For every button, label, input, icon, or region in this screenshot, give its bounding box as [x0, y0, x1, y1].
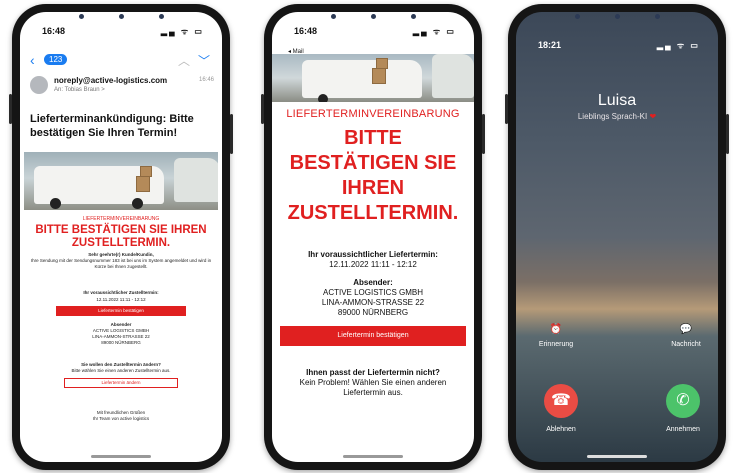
status-icons: ▂▄ ᯤ ▭ [656, 41, 700, 50]
sender-line: LINA-AMMON-STRASSE 22 [321, 298, 425, 307]
back-chevron-icon[interactable]: ‹ [30, 52, 35, 68]
mail-subject: Lieferterminankündigung: Bitte bestätige… [30, 113, 194, 139]
home-indicator [91, 455, 151, 458]
message-option[interactable]: 💬 Nachricht [656, 324, 716, 348]
remind-me-option[interactable]: ⏰ Erinnerung [526, 324, 586, 348]
intro-text: Ihre Sendung mit der Sendungsnummer 183 … [30, 258, 212, 269]
delivery-van-image [24, 152, 218, 210]
caller-subtitle: Lieblings Sprach-KI ❤ [516, 112, 718, 121]
change-question: Ihnen passt der Liefertermin nicht? [306, 368, 440, 377]
delivery-van-image [272, 54, 474, 102]
status-icons: ▂▄ ᯤ ▭ [412, 27, 456, 36]
volume-button [9, 94, 12, 124]
home-indicator [587, 455, 647, 458]
power-button [230, 114, 233, 154]
date-label: Ihr voraussichtlicher Liefertermin: [308, 250, 438, 259]
screen: 16:48 ▂▄ ᯤ ▭ ◂ Mail LIEFERTERMINVEREINBA… [272, 12, 474, 462]
headline-line: IHREN [341, 177, 405, 199]
caller-name: Luisa [597, 92, 637, 109]
mail-date: 16:46 [198, 77, 214, 83]
message-bubble-icon: 💬 [679, 324, 693, 335]
confirm-button[interactable]: Liefertermin bestätigen [56, 306, 186, 316]
heart-icon: ❤ [649, 112, 657, 121]
change-text: Kein Problem! Wählen Sie einen anderen [299, 378, 447, 387]
chevron-down-icon[interactable]: ﹀ [198, 54, 210, 68]
message-nav-arrows: ︿ ﹀ [178, 52, 210, 69]
status-bar: 18:21 ▂▄ ᯤ ▭ [516, 40, 718, 54]
accept-call-button[interactable]: ✆ [666, 384, 700, 418]
sender-line: 89000 NÜRNBERG [101, 340, 141, 345]
status-time: 16:48 [42, 26, 66, 36]
status-time: 16:48 [294, 26, 318, 36]
screen: 18:21 ▂▄ ᯤ ▭ Luisa Lieblings Sprach-KI ❤… [516, 12, 718, 462]
campaign-label: LIEFERTERMINVEREINBARUNG [286, 108, 460, 120]
change-text: Bitte wählen Sie einen anderen Zustellte… [71, 368, 171, 373]
confirm-button[interactable]: Liefertermin bestätigen [280, 326, 466, 346]
sensor-bar [313, 12, 433, 20]
headline: BITTE BESTÄTIGEN SIE IHREN ZUSTELLTERMIN… [35, 224, 207, 249]
alarm-clock-icon: ⏰ [549, 324, 563, 335]
sensor-bar [557, 12, 677, 20]
date-label: Ihr voraussichtlicher Zustelltermin: [83, 290, 159, 295]
mail-header: noreply@active-logistics.com An: Tobias … [28, 74, 214, 104]
mail-navigation: ‹ 123 ︿ ﹀ [30, 52, 212, 68]
campaign-label: LIEFERTERMINVEREINBARUNG [82, 216, 160, 222]
closing-line: Ihr Team von active logistics [92, 416, 150, 421]
phone-email-app: 16:48 ▂▄ ᯤ ▭ ‹ 123 ︿ ﹀ noreply@active-log… [9, 4, 233, 470]
chevron-up-icon[interactable]: ︿ [178, 54, 190, 68]
accept-label: Annehmen [666, 426, 700, 433]
change-button[interactable]: Liefertermin ändern [64, 378, 178, 388]
remind-label: Erinnerung [538, 341, 574, 348]
screen: 16:48 ▂▄ ᯤ ▭ ‹ 123 ︿ ﹀ noreply@active-log… [20, 12, 222, 462]
sender-label: Absender: [353, 278, 393, 287]
change-text: Liefertermin aus. [343, 388, 403, 397]
phone-email-zoomed: 16:48 ▂▄ ᯤ ▭ ◂ Mail LIEFERTERMINVEREINBA… [261, 4, 485, 470]
decline-label: Ablehnen [546, 426, 576, 433]
status-bar: 16:48 ▂▄ ᯤ ▭ [20, 26, 222, 40]
home-indicator [343, 455, 403, 458]
avatar [30, 76, 48, 94]
sender-line: ACTIVE LOGISTICS GMBH [322, 288, 423, 297]
recipient[interactable]: An: Tobias Braun > [54, 87, 105, 93]
phone-answer-icon: ✆ [676, 392, 690, 409]
headline: BITTE BESTÄTIGEN SIE IHREN ZUSTELLTERMIN… [272, 126, 474, 226]
status-bar: 16:48 ▂▄ ᯤ ▭ [272, 26, 474, 40]
sender-address[interactable]: noreply@active-logistics.com [54, 76, 167, 85]
headline-line: BESTÄTIGEN SIE [289, 152, 457, 174]
caller-subtitle-text: Lieblings Sprach-KI [577, 112, 648, 121]
date-value: 12.11.2022 11:11 - 12:12 [96, 297, 146, 302]
status-icons: ▂▄ ᯤ ▭ [160, 27, 204, 36]
decline-call-button[interactable]: ☎ [544, 384, 578, 418]
date-value: 12.11.2022 11:11 - 12:12 [329, 260, 417, 269]
sensor-bar [61, 12, 181, 20]
phone-incoming-call: 18:21 ▂▄ ᯤ ▭ Luisa Lieblings Sprach-KI ❤… [505, 4, 729, 470]
headline-line: BITTE [344, 127, 402, 149]
status-time: 18:21 [538, 40, 562, 50]
sender-line: 89000 NÜRNBERG [337, 308, 409, 317]
message-label: Nachricht [671, 341, 701, 348]
inbox-count-badge[interactable]: 123 [44, 54, 68, 65]
headline-line: ZUSTELLTERMIN. [287, 202, 459, 224]
phone-hangup-icon: ☎ [551, 392, 571, 409]
